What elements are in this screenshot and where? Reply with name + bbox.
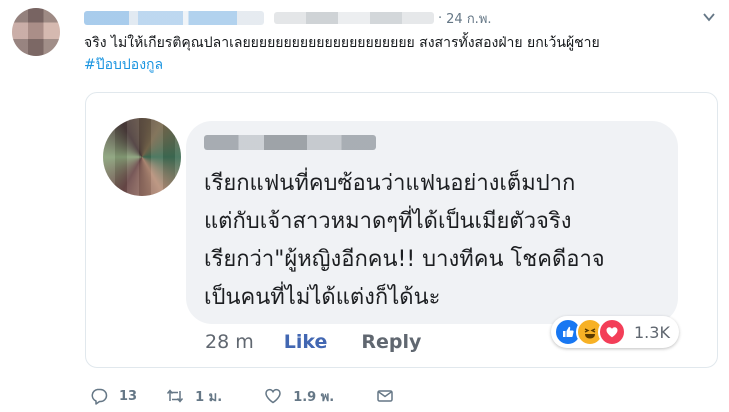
tweet-body: จริง ไม่ให้เกียรติคุณปลาเลยยยยยยยยยยยยยย…: [84, 35, 600, 51]
like-count: 1.9 พ.: [293, 389, 335, 405]
comment-line: เรียกแฟนที่คบซ้อนว่าแฟนอย่างเต็มปาก: [204, 171, 576, 196]
direct-message-button[interactable]: [376, 387, 394, 405]
reply-button[interactable]: 13: [90, 387, 137, 405]
author-avatar[interactable]: [12, 8, 60, 56]
comment-bubble: เรียกแฟนที่คบซ้อนว่าแฟนอย่างเต็มปาก แต่ก…: [186, 121, 678, 324]
comment-actions: 28 m Like Reply: [205, 330, 421, 354]
comment-text: เรียกแฟนที่คบซ้อนว่าแฟนอย่างเต็มปาก แต่ก…: [204, 165, 674, 317]
author-handle-redacted: [274, 12, 434, 24]
comment-like-button[interactable]: Like: [284, 331, 328, 353]
tweet-actions: 13 1 ม. 1.9 พ.: [90, 385, 394, 407]
reply-icon: [91, 388, 108, 405]
tweet-text: จริง ไม่ให้เกียรติคุณปลาเลยยยยยยยยยยยยยย…: [84, 32, 704, 76]
reactions-summary[interactable]: 1.3K: [551, 316, 679, 348]
envelope-icon: [377, 390, 394, 402]
chevron-down-icon[interactable]: [702, 10, 716, 24]
tweet-header: · 24 ก.พ.: [84, 8, 492, 28]
author-name-redacted[interactable]: [84, 11, 264, 25]
retweet-button[interactable]: 1 ม.: [166, 386, 222, 407]
reply-count: 13: [119, 388, 138, 404]
reaction-count: 1.3K: [634, 322, 670, 342]
comment-reply-button[interactable]: Reply: [361, 331, 421, 353]
comment-time: 28 m: [205, 331, 254, 353]
retweet-icon: [167, 389, 184, 403]
comment-line: เรียกว่า"ผู้หญิงอีกคน!! บางทีคน โชคดีอาจ: [204, 247, 605, 272]
commenter-avatar: [103, 118, 181, 196]
love-icon: [598, 318, 626, 346]
comment-line: เป็นคนที่ไม่ได้แต่งก็ได้นะ: [204, 285, 441, 310]
heart-icon: [265, 388, 281, 404]
hashtag-link[interactable]: #ป๊อบปองกูล: [84, 54, 704, 76]
tweet-date[interactable]: 24 ก.พ.: [446, 8, 491, 29]
retweet-count: 1 ม.: [195, 389, 223, 405]
comment-line: แต่กับเจ้าสาวหมาดๆที่ได้เป็นเมียตัวจริง: [204, 209, 572, 234]
separator-dot: ·: [438, 10, 443, 26]
commenter-name-redacted: [204, 135, 376, 150]
like-button[interactable]: 1.9 พ.: [264, 386, 334, 407]
